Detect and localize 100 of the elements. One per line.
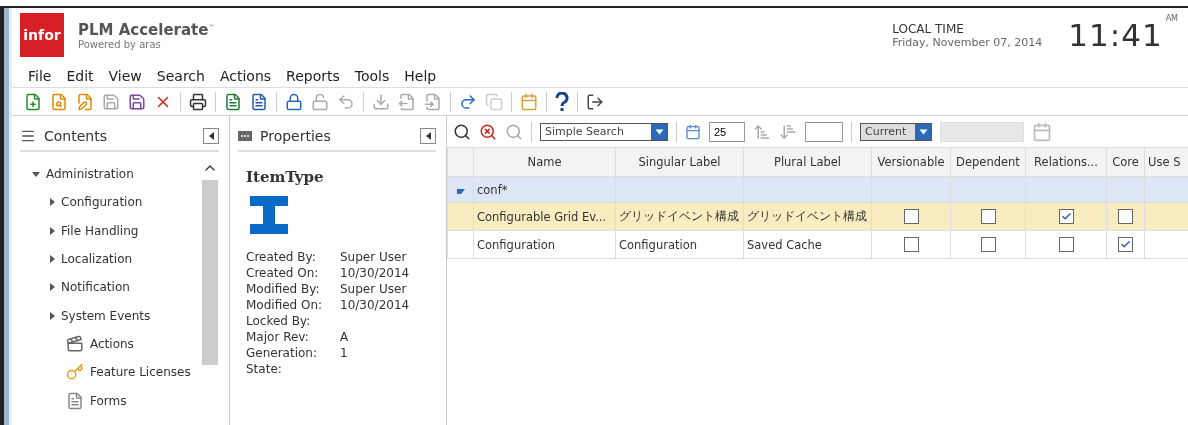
checkbox[interactable] [1058,237,1074,252]
checkmark-icon [1060,211,1072,222]
form-icon [66,391,84,410]
logo: infor [20,13,64,57]
table-cell: Saved Cache [743,230,872,259]
checkbox[interactable] [980,209,996,224]
menu-item[interactable]: Edit [66,68,94,84]
column-header[interactable]: Dependent [950,147,1026,177]
version-select[interactable]: Current [860,122,932,141]
column-header[interactable]: Core [1106,147,1145,177]
menu-item[interactable]: File [28,68,52,84]
properties-icon [238,131,252,141]
menu-item[interactable]: Actions [219,68,272,84]
field-label: Locked By: [246,314,312,328]
product-name: PLM Accelerate$^{™}$ [78,20,215,39]
field-label: Modified By: [246,282,321,296]
menu-item[interactable]: Tools [354,68,390,84]
tree-item[interactable]: Notification [61,280,130,295]
word-document-icon[interactable] [250,92,268,111]
search-document-icon[interactable] [50,92,68,111]
panel-title: Contents [44,128,108,144]
column-header[interactable]: Name [473,147,616,177]
expand-arrow-icon[interactable] [50,255,55,264]
edit-document-icon[interactable] [76,92,94,111]
field-value: 1 [340,346,349,360]
tree-item[interactable]: Localization [61,252,133,267]
expand-arrow-icon[interactable] [50,283,55,292]
field-label: State: [246,362,283,376]
tree-item[interactable]: Feature Licenses [90,365,191,380]
column-header[interactable]: Singular Label [615,147,744,177]
collapse-button[interactable] [203,128,219,144]
menu-item[interactable]: Search [156,68,205,84]
save-as-icon[interactable] [128,92,146,111]
lock-icon[interactable] [285,92,303,111]
field-value: Super User [340,250,408,264]
help-icon[interactable] [555,91,569,112]
field-value: 10/30/2014 [340,298,411,312]
expand-arrow-icon[interactable] [50,198,55,207]
field-label: Modified On: [246,298,324,312]
tree-item[interactable]: File Handling [61,223,139,238]
tree-item[interactable]: Forms [90,393,127,408]
checkbox[interactable] [1058,209,1074,224]
logout-icon[interactable] [586,92,604,111]
column-header[interactable]: Versionable [871,147,951,177]
itemtype-icon [250,196,288,234]
checkbox[interactable] [980,237,996,252]
table-cell: グリッドイベント構成 [615,202,744,231]
expand-arrow-icon[interactable] [50,311,55,320]
tree-item[interactable]: Configuration [61,195,143,210]
tree-item[interactable]: Actions [90,336,134,351]
collapse-arrow-icon[interactable] [32,171,40,177]
run-search-icon[interactable] [453,122,471,141]
key-icon [66,363,84,382]
field-label: Created By: [246,250,317,264]
collapse-button[interactable] [420,128,436,144]
filter-cell[interactable]: conf* [473,176,616,203]
tree-item[interactable]: Administration [46,167,134,182]
checkbox[interactable] [1118,209,1133,224]
field-label: Generation: [246,346,318,360]
menu-item[interactable]: Reports [286,68,340,84]
checkbox[interactable] [903,209,919,224]
panel-title: Properties [260,128,332,144]
group-toggle[interactable] [447,176,474,203]
tagline: Powered by aras [78,38,162,50]
table-row[interactable]: Configuration Configuration Saved Cache [447,230,1188,259]
scrollbar-thumb[interactable] [202,180,218,365]
date-field[interactable] [940,121,1024,142]
new-document-icon[interactable] [24,92,42,111]
table-cell: Configurable Grid Ev... [473,202,616,231]
expand-arrow-icon[interactable] [50,226,55,235]
menu-item[interactable]: Help [404,68,437,84]
clear-search-icon[interactable] [479,122,497,141]
date-text: Friday, November 07, 2014 [892,35,1043,49]
clock-time: 11:41 [1068,17,1163,53]
checkbox[interactable] [903,237,919,252]
redo-icon[interactable] [459,92,477,111]
item-title: ItemType [246,168,325,186]
printer-icon[interactable] [189,92,207,111]
column-header[interactable]: Plural Label [743,147,872,177]
page-field[interactable] [805,121,843,142]
page-size-field[interactable]: 25 [709,121,745,142]
search-mode-select[interactable]: Simple Search [540,122,668,141]
collapse-arrow-icon[interactable] [456,188,465,194]
meridiem: AM [1165,14,1178,23]
column-header[interactable]: Relations... [1025,147,1107,177]
row-header [447,147,474,177]
table-cell: グリッドイベント構成 [743,202,872,231]
column-header[interactable]: Use S [1144,147,1188,177]
field-value: 10/30/2014 [340,266,411,280]
time-label: LOCAL TIME [892,21,965,36]
checkbox[interactable] [1118,237,1133,252]
field-label: Created On: [246,266,320,280]
menu-icon[interactable] [20,128,36,144]
menu-item[interactable]: View [108,68,142,84]
table-cell: Configuration [473,230,616,259]
field-label: Major Rev: [246,330,310,344]
field-value: A [340,330,350,344]
table-cell: Configuration [615,230,744,259]
selected-row[interactable]: Configurable Grid Ev... グリッドイベント構成 グリッドイベント構成 [447,202,1188,231]
tree-item[interactable]: System Events [61,308,151,323]
